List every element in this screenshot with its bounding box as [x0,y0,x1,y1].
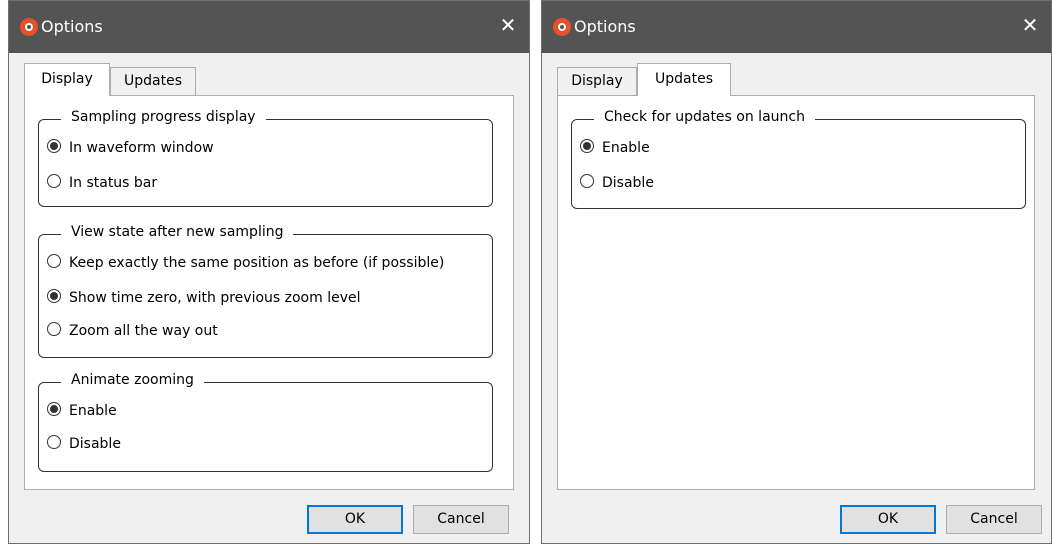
radio-label: Show time zero, with previous zoom level [69,290,361,306]
tab-panel-display: Sampling progress display In waveform wi… [24,95,514,490]
view-state-group: View state after new sampling Keep exact… [38,224,493,358]
radio-unselected-icon [47,254,61,268]
radio-label: Disable [602,175,654,191]
radio-selected-icon [47,402,61,416]
radio-label: Enable [602,140,650,156]
options-dialog-updates: Options ✕ Display Updates Check for upda… [541,0,1052,544]
title-bar[interactable]: Options ✕ [9,1,529,53]
animate-zooming-group: Animate zooming Enable Disable [38,372,493,472]
radio-in-status-bar[interactable]: In status bar [47,173,157,193]
tab-display[interactable]: Display [557,67,637,95]
radio-in-waveform-window[interactable]: In waveform window [47,138,214,158]
radio-updates-enable[interactable]: Enable [580,138,650,158]
radio-label: Disable [69,436,121,452]
radio-show-time-zero[interactable]: Show time zero, with previous zoom level [47,288,361,308]
radio-unselected-icon [47,322,61,336]
window-title: Options [41,17,103,36]
radio-zoom-disable[interactable]: Disable [47,434,121,454]
tab-panel-updates: Check for updates on launch Enable Disab… [557,95,1035,490]
tab-updates[interactable]: Updates [110,67,196,95]
radio-label: Enable [69,403,117,419]
tab-display[interactable]: Display [24,63,110,96]
group-legend: Check for updates on launch [594,109,815,125]
app-logo-icon [553,18,571,36]
radio-unselected-icon [47,435,61,449]
options-dialog-display: Options ✕ Display Updates Sampling progr… [8,0,530,544]
group-legend: View state after new sampling [61,224,294,240]
radio-unselected-icon [580,174,594,188]
ok-button[interactable]: OK [840,505,936,534]
title-bar[interactable]: Options ✕ [542,1,1051,53]
group-legend: Animate zooming [61,372,204,388]
check-updates-group: Check for updates on launch Enable Disab… [571,109,1026,209]
radio-zoom-enable[interactable]: Enable [47,401,117,421]
radio-selected-icon [47,139,61,153]
radio-unselected-icon [47,174,61,188]
radio-selected-icon [47,289,61,303]
tab-updates[interactable]: Updates [637,63,731,96]
app-logo-icon [20,18,38,36]
radio-keep-position[interactable]: Keep exactly the same position as before… [47,253,444,273]
radio-updates-disable[interactable]: Disable [580,173,654,193]
radio-label: In waveform window [69,140,214,156]
radio-selected-icon [580,139,594,153]
sampling-progress-group: Sampling progress display In waveform wi… [38,109,493,207]
cancel-button[interactable]: Cancel [413,505,509,534]
cancel-button[interactable]: Cancel [946,505,1042,534]
close-icon[interactable]: ✕ [497,13,519,37]
ok-button[interactable]: OK [307,505,403,534]
radio-zoom-out[interactable]: Zoom all the way out [47,321,218,341]
close-icon[interactable]: ✕ [1019,13,1041,37]
radio-label: Keep exactly the same position as before… [69,255,445,271]
window-title: Options [574,17,636,36]
radio-label: In status bar [69,175,158,191]
radio-label: Zoom all the way out [69,323,218,339]
group-legend: Sampling progress display [61,109,266,125]
